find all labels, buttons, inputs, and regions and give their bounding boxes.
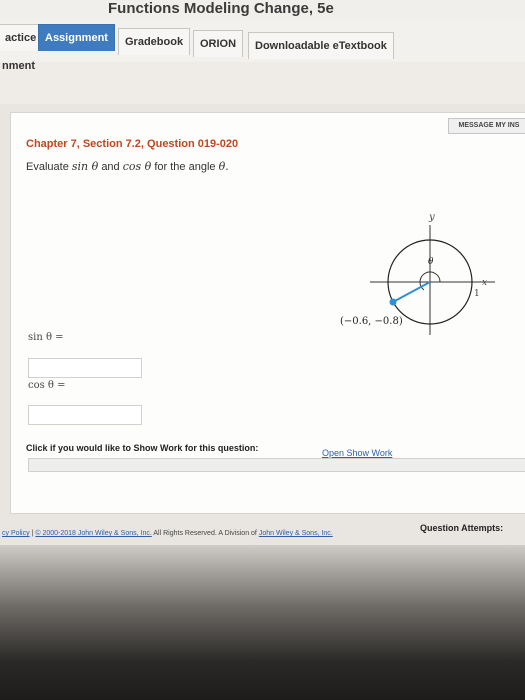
question-prompt: Evaluate sin θ and cos θ for the angle θ… xyxy=(26,160,229,173)
point-marker xyxy=(389,298,397,306)
tab-etextbook[interactable]: Downloadable eTextbook xyxy=(248,32,394,59)
prompt-theta: θ. xyxy=(218,160,229,173)
footer-rights: All Rights Reserved. A Division of xyxy=(153,530,257,537)
unit-circle-figure: y x 1 θ (−0.6, −0.8) xyxy=(340,212,495,335)
privacy-policy-link[interactable]: cy Policy xyxy=(2,530,30,537)
footer: cy Policy | © 2000-2018 John Wiley & Son… xyxy=(2,530,333,537)
message-instructor-button[interactable]: MESSAGE MY INS xyxy=(448,118,525,134)
copyright-link[interactable]: © 2000-2018 John Wiley & Sons, Inc. xyxy=(35,530,151,537)
tab-practice[interactable]: actice xyxy=(0,24,44,51)
question-title: Chapter 7, Section 7.2, Question 019-020 xyxy=(26,138,239,150)
tab-gradebook[interactable]: Gradebook xyxy=(118,28,191,55)
terminal-ray xyxy=(392,281,431,303)
show-work-prompt: Click if you would like to Show Work for… xyxy=(26,443,259,453)
prompt-cos: cos θ xyxy=(122,160,152,173)
cos-answer-input[interactable] xyxy=(28,405,142,425)
question-attempts: Question Attempts: xyxy=(420,523,504,533)
theta-label: θ xyxy=(428,257,434,267)
company-link[interactable]: John Wiley & Sons, Inc. xyxy=(259,530,333,537)
prompt-and: and xyxy=(101,161,120,173)
tab-orion[interactable]: ORION xyxy=(193,30,244,57)
book-title: Functions Modeling Change, 5e xyxy=(108,0,334,17)
point-coordinates-label: (−0.6, −0.8) xyxy=(340,316,403,327)
y-axis-label: y xyxy=(428,212,435,223)
cos-label: cos θ = xyxy=(28,380,66,391)
sin-answer-input[interactable] xyxy=(28,358,142,378)
one-label: 1 xyxy=(474,289,480,299)
x-axis-label: x xyxy=(482,278,487,288)
open-show-work-link[interactable]: Open Show Work xyxy=(322,448,392,458)
screen-bezel xyxy=(0,545,525,700)
prompt-pre: Evaluate xyxy=(26,161,69,173)
subheader-label: nment xyxy=(2,60,35,72)
sin-label: sin θ = xyxy=(28,332,64,343)
show-work-field[interactable] xyxy=(28,458,525,472)
prompt-post: for the angle xyxy=(154,161,216,173)
footer-separator: | xyxy=(31,530,34,537)
tab-bar: actice Assignment Gradebook ORION Downlo… xyxy=(0,20,525,63)
prompt-sin: sin θ xyxy=(71,160,99,173)
tab-assignment[interactable]: Assignment xyxy=(38,24,115,51)
subheader xyxy=(0,62,525,104)
